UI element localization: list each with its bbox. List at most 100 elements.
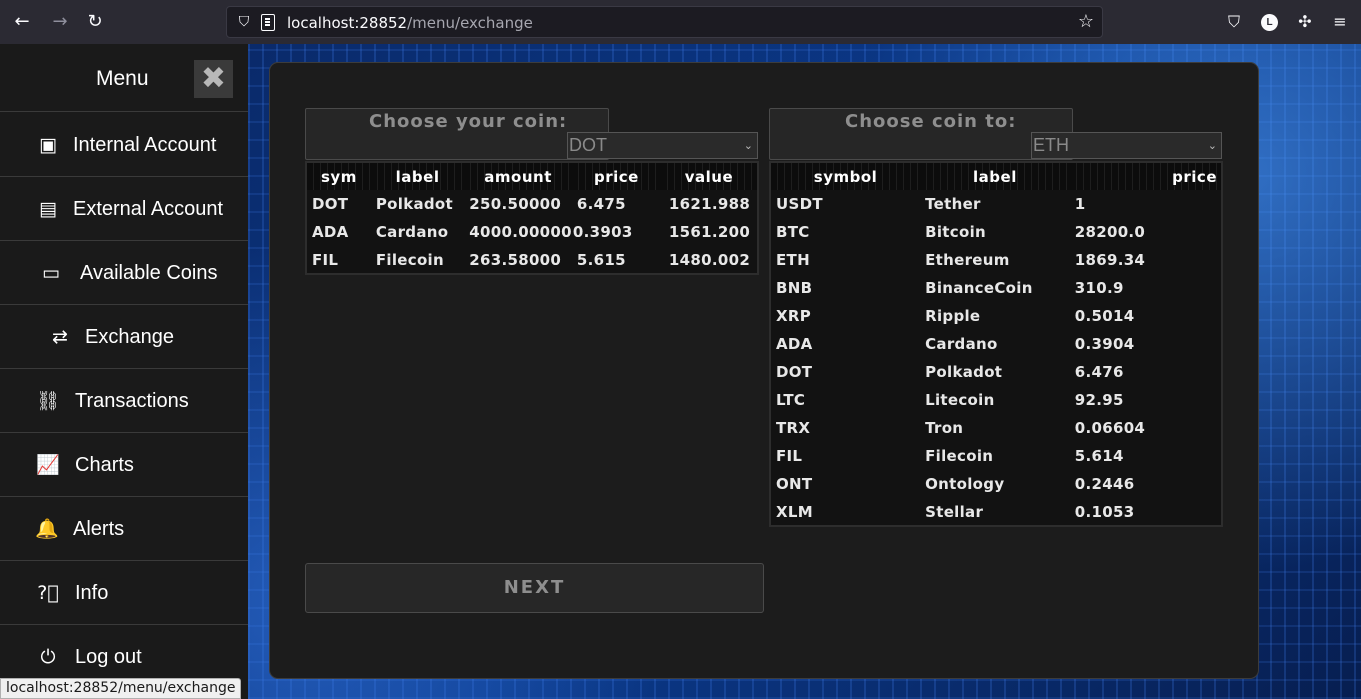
back-arrow-icon[interactable]: ← bbox=[8, 8, 36, 36]
next-button[interactable]: NEXT bbox=[305, 563, 764, 613]
to-coin-select[interactable]: ETH ⌄ bbox=[1031, 132, 1222, 159]
cell-amount: 4000.00000 bbox=[469, 223, 572, 241]
cell-symbol: FIL bbox=[312, 250, 339, 269]
cell-label: Cardano bbox=[375, 223, 449, 241]
table-row[interactable]: ONT Ontology 0.2446 bbox=[770, 470, 1222, 498]
table-row[interactable]: FIL Filecoin 5.614 bbox=[770, 442, 1222, 470]
id-card-icon: ▣ bbox=[39, 134, 57, 156]
reload-icon[interactable]: ↻ bbox=[81, 8, 109, 36]
forward-arrow-icon[interactable]: → bbox=[46, 8, 74, 36]
sidebar-item-label: Info bbox=[75, 582, 109, 604]
to-coin-selected: ETH bbox=[1033, 135, 1069, 155]
table-row[interactable]: BTC Bitcoin 28200.0 bbox=[770, 218, 1222, 246]
table-row[interactable]: XLM Stellar 0.1053 bbox=[770, 498, 1222, 526]
cell-symbol: ONT bbox=[776, 475, 813, 493]
sidebar-item-label: Charts bbox=[75, 454, 134, 476]
cell-price: 6.476 bbox=[1074, 363, 1124, 381]
cell-label: Ethereum bbox=[925, 251, 1010, 269]
sidebar-item-charts[interactable]: 📈 Charts bbox=[0, 433, 248, 497]
from-coin-chooser: Choose your coin: DOT ⌄ bbox=[305, 108, 758, 160]
from-coin-selected: DOT bbox=[569, 135, 607, 155]
cell-label: Filecoin bbox=[375, 250, 444, 269]
account-avatar[interactable]: L bbox=[1261, 14, 1278, 31]
cell-price: 92.95 bbox=[1074, 391, 1124, 409]
address-bar[interactable]: ⛉ localhost:28852/menu/exchange ☆ bbox=[226, 6, 1103, 38]
column-header[interactable]: price bbox=[571, 162, 661, 190]
column-header[interactable]: value bbox=[660, 162, 758, 190]
cell-label: Litecoin bbox=[925, 391, 995, 409]
column-header[interactable]: amount bbox=[464, 162, 572, 190]
cell-label: Cardano bbox=[925, 335, 998, 353]
cell-symbol: DOT bbox=[776, 363, 813, 381]
table-row[interactable]: XRP Ripple 0.5014 bbox=[770, 302, 1222, 330]
url-text[interactable]: localhost:28852/menu/exchange bbox=[287, 14, 533, 32]
cell-symbol: FIL bbox=[776, 447, 803, 465]
table-row[interactable]: LTC Litecoin 92.95 bbox=[770, 386, 1222, 414]
bookmark-star-icon[interactable]: ☆ bbox=[1078, 12, 1094, 32]
sidebar-item-external-account[interactable]: ▤ External Account bbox=[0, 177, 248, 241]
table-row[interactable]: FIL Filecoin 263.58000 5.615 1480.002 bbox=[306, 246, 758, 274]
sidebar-item-info[interactable]: ?⃝ Info bbox=[0, 561, 248, 625]
to-coin-title: Choose coin to: bbox=[845, 111, 1017, 132]
table-row[interactable]: TRX Tron 0.06604 bbox=[770, 414, 1222, 442]
money-bill-icon: ▭ bbox=[42, 262, 60, 284]
cell-price: 0.2446 bbox=[1074, 475, 1135, 493]
sidebar-item-available-coins[interactable]: ▭ Available Coins bbox=[0, 241, 248, 305]
menu-title: Menu bbox=[96, 67, 149, 90]
cell-label: Stellar bbox=[925, 502, 984, 521]
table-row[interactable]: DOT Polkadot 250.50000 6.475 1621.988 bbox=[306, 190, 758, 218]
close-icon[interactable]: ✖ bbox=[194, 60, 233, 98]
cell-label: Polkadot bbox=[375, 195, 454, 213]
column-header[interactable]: symbol bbox=[770, 162, 921, 190]
extensions-icon[interactable]: ✣ bbox=[1293, 10, 1317, 34]
from-coin-select[interactable]: DOT ⌄ bbox=[567, 132, 758, 159]
table-row[interactable]: USDT Tether 1 bbox=[770, 190, 1222, 218]
chevron-down-icon: ⌄ bbox=[743, 139, 753, 152]
sidebar: Menu ✖ ▣ Internal Account ▤ External Acc… bbox=[0, 44, 248, 699]
target-coins-table: symbol label price USDT Tether 1 BTC Bitcoi… bbox=[769, 161, 1223, 527]
cell-symbol: BTC bbox=[776, 223, 810, 241]
sidebar-item-label: Transactions bbox=[75, 390, 189, 412]
sidebar-item-label: Exchange bbox=[85, 326, 174, 348]
sidebar-item-label: Available Coins bbox=[80, 262, 218, 284]
table-row[interactable]: ADA Cardano 0.3904 bbox=[770, 330, 1222, 358]
pocket-icon[interactable]: ⛉ bbox=[1222, 10, 1246, 34]
cell-price: 28200.0 bbox=[1074, 223, 1146, 241]
chart-line-icon: 📈 bbox=[36, 454, 60, 476]
sidebar-item-internal-account[interactable]: ▣ Internal Account bbox=[0, 113, 248, 177]
table-header-row: sym label amount price value bbox=[306, 162, 758, 190]
cell-symbol: XLM bbox=[776, 502, 813, 521]
column-header[interactable]: label bbox=[920, 162, 1070, 190]
cell-price: 0.3904 bbox=[1074, 335, 1135, 353]
cell-price: 1869.34 bbox=[1074, 251, 1146, 269]
cell-label: Filecoin bbox=[925, 447, 994, 465]
cell-symbol: USDT bbox=[776, 195, 823, 213]
shield-icon[interactable]: ⛉ bbox=[235, 13, 253, 31]
chevron-down-icon: ⌄ bbox=[1207, 139, 1217, 152]
table-row[interactable]: ETH Ethereum 1869.34 bbox=[770, 246, 1222, 274]
cell-symbol: TRX bbox=[776, 419, 811, 437]
sidebar-item-alerts[interactable]: 🔔 Alerts bbox=[0, 497, 248, 561]
exchange-arrows-icon: ⇄ bbox=[52, 326, 68, 348]
sidebar-item-exchange[interactable]: ⇄ Exchange bbox=[0, 305, 248, 369]
cell-symbol: LTC bbox=[776, 391, 806, 409]
cell-symbol: ETH bbox=[776, 251, 810, 269]
sidebar-item-transactions[interactable]: ⛓ Transactions bbox=[0, 369, 248, 433]
table-row[interactable]: DOT Polkadot 6.476 bbox=[770, 358, 1222, 386]
cell-label: Polkadot bbox=[925, 363, 1003, 381]
hamburger-menu-icon[interactable]: ≡ bbox=[1328, 10, 1352, 34]
cell-amount: 263.58000 bbox=[469, 250, 562, 269]
column-header[interactable]: price bbox=[1069, 162, 1222, 190]
cell-label: Bitcoin bbox=[925, 223, 986, 241]
cell-label: Ripple bbox=[925, 307, 981, 325]
table-row[interactable]: ADA Cardano 4000.00000 0.3903 1561.200 bbox=[306, 218, 758, 246]
cell-label: Ontology bbox=[925, 475, 1005, 493]
cell-label: Tron bbox=[925, 419, 964, 437]
table-header-row: symbol label price bbox=[770, 162, 1222, 190]
column-header[interactable]: label bbox=[370, 162, 465, 190]
cell-price: 0.1053 bbox=[1074, 502, 1135, 521]
cell-symbol: BNB bbox=[776, 279, 813, 297]
table-row[interactable]: BNB BinanceCoin 310.9 bbox=[770, 274, 1222, 302]
browser-toolbar: ← → ↻ ⛉ localhost:28852/menu/exchange ☆ … bbox=[0, 0, 1361, 44]
column-header[interactable]: sym bbox=[306, 162, 371, 190]
